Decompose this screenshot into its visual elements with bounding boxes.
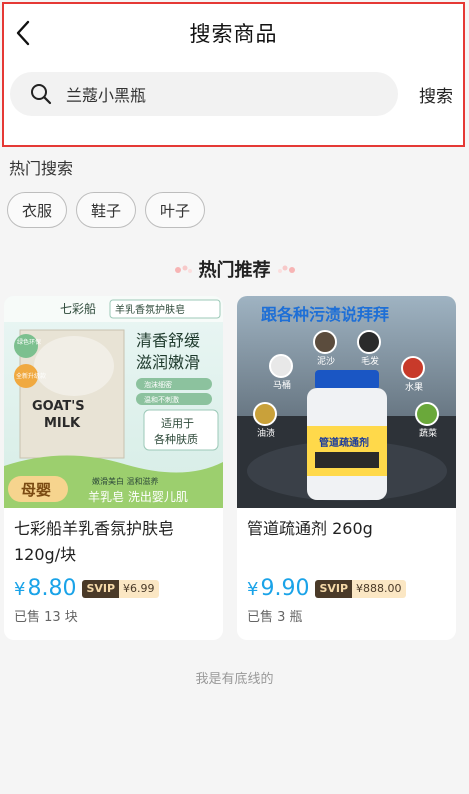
product-price: ¥8.80 <box>14 576 76 601</box>
svip-badge: SVIP ¥888.00 <box>315 579 406 598</box>
hot-search-tag[interactable]: 鞋子 <box>76 192 137 228</box>
soap-tag-1: 泡沫细密 <box>144 380 172 389</box>
price-row: ¥9.90 SVIP ¥888.00 <box>247 576 406 601</box>
soap-tag-2: 温和不刺激 <box>144 395 179 404</box>
soap-subtitle-text: 羊乳香氛护肤皂 <box>115 303 185 316</box>
svip-label: SVIP <box>315 579 353 598</box>
search-icon <box>30 83 52 105</box>
soap-slogan-1: 清香舒缓 <box>136 331 200 350</box>
soap-slogan-2: 滋润嫩滑 <box>136 353 200 372</box>
soap-brand-text: 七彩船 <box>60 302 96 316</box>
product-card[interactable]: 跟各种污渍说拜拜 泥沙 毛发 马桶 水果 油渍 蔬菜 管道疏通剂 管道疏通剂 2… <box>237 296 456 640</box>
svip-badge: SVIP ¥6.99 <box>82 579 159 598</box>
product-grid: 七彩船 羊乳香氛护肤皂 GOAT'S MILK 绿色环保 全新升级款 清香舒缓 … <box>4 296 456 640</box>
price-row: ¥8.80 SVIP ¥6.99 <box>14 576 159 601</box>
search-field[interactable] <box>10 72 398 116</box>
soap-badge-1: 绿色环保 <box>17 338 41 346</box>
drain-cat-1: 泥沙 <box>317 356 335 367</box>
drain-cat-6: 蔬菜 <box>419 427 437 439</box>
hot-search-tags: 衣服 鞋子 叶子 <box>7 192 206 228</box>
soap-bottom-small: 嫩滑美白 温和滋养 <box>92 476 159 486</box>
sold-count: 已售 13 块 <box>14 610 78 625</box>
search-bar: 搜索 <box>10 72 457 116</box>
currency-symbol: ¥ <box>14 579 26 600</box>
product-image-soap: 七彩船 羊乳香氛护肤皂 GOAT'S MILK 绿色环保 全新升级款 清香舒缓 … <box>4 296 223 508</box>
product-image-drain-cleaner: 跟各种污渍说拜拜 泥沙 毛发 马桶 水果 油渍 蔬菜 管道疏通剂 <box>237 296 456 508</box>
decorative-flourish-right-icon <box>277 265 295 273</box>
end-of-list-text: 我是有底线的 <box>195 672 274 687</box>
hot-search-tag[interactable]: 衣服 <box>7 192 68 228</box>
search-input[interactable] <box>64 83 368 105</box>
product-card[interactable]: 七彩船 羊乳香氛护肤皂 GOAT'S MILK 绿色环保 全新升级款 清香舒缓 … <box>4 296 223 640</box>
product-name: 七彩船羊乳香氛护肤皂120g/块 <box>14 519 175 564</box>
recommend-title: 热门推荐 <box>198 260 271 281</box>
soap-box-text-2: MILK <box>44 416 81 431</box>
recommend-heading: 热门推荐 <box>0 256 469 282</box>
drain-headline: 跟各种污渍说拜拜 <box>261 305 389 324</box>
drain-cat-5: 油渍 <box>257 427 275 439</box>
sold-count: 已售 3 瓶 <box>247 610 303 625</box>
currency-symbol: ¥ <box>247 579 259 600</box>
hot-search-tag[interactable]: 叶子 <box>145 192 206 228</box>
soap-bottom-text: 羊乳皂 洗出婴儿肌 <box>88 489 188 504</box>
soap-suit-1: 适用于 <box>161 417 194 430</box>
drain-cat-3: 马桶 <box>273 379 291 391</box>
soap-box-text-1: GOAT'S <box>32 399 85 414</box>
price-value: 8.80 <box>27 576 77 601</box>
drain-bottle-label: 管道疏通剂 <box>319 436 369 449</box>
product-name: 管道疏通剂 260g <box>247 519 373 538</box>
search-header-highlight: 搜索商品 搜索 <box>2 2 465 147</box>
page-title: 搜索商品 <box>189 22 278 46</box>
soap-badge-2: 全新升级款 <box>16 372 46 380</box>
svip-price: ¥6.99 <box>119 579 159 598</box>
hot-search-title: 热门搜索 <box>9 159 74 178</box>
svip-price: ¥888.00 <box>352 579 406 598</box>
soap-baby-text: 母婴 <box>21 481 51 499</box>
product-price: ¥9.90 <box>247 576 309 601</box>
soap-suit-2: 各种肤质 <box>154 432 198 446</box>
price-value: 9.90 <box>260 576 310 601</box>
decorative-flourish-left-icon <box>174 265 192 273</box>
drain-cat-4: 水果 <box>405 381 423 393</box>
svip-label: SVIP <box>82 579 120 598</box>
search-button[interactable]: 搜索 <box>419 82 453 107</box>
drain-cat-2: 毛发 <box>361 355 379 367</box>
